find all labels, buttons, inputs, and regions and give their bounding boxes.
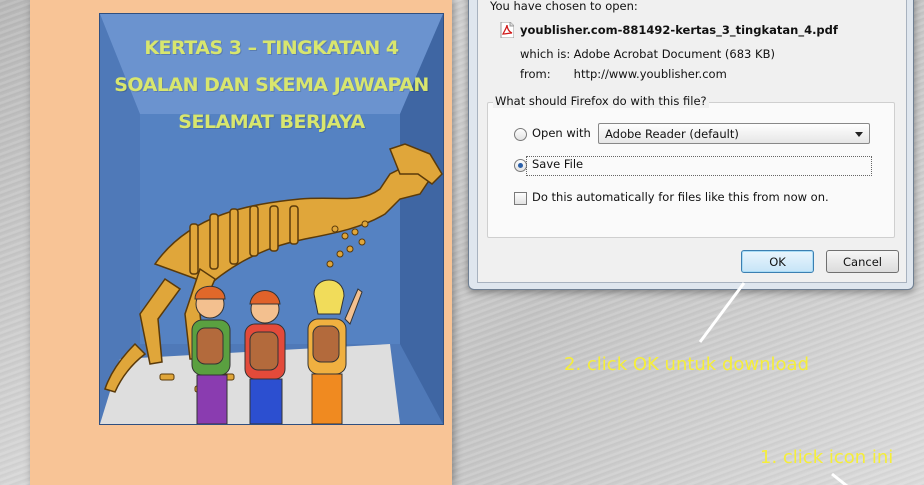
pointer-line-icon xyxy=(831,472,849,485)
annotation-pointers xyxy=(698,282,849,485)
step-2-annotation: 2. click OK untuk download xyxy=(564,354,809,375)
pointer-line-icon xyxy=(698,282,746,343)
step-1-annotation: 1. click icon ini xyxy=(760,447,894,468)
